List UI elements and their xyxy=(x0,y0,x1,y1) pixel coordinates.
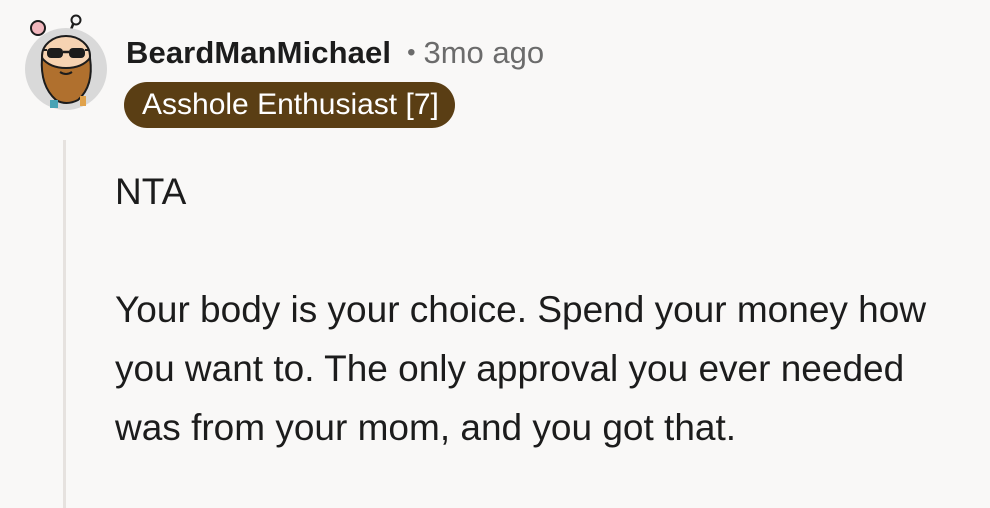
comment: BeardManMichael • 3mo ago Asshole Enthus… xyxy=(0,0,990,508)
comment-header: BeardManMichael • 3mo ago xyxy=(126,30,544,76)
username-link[interactable]: BeardManMichael xyxy=(126,35,391,71)
user-flair-badge: Asshole Enthusiast [7] xyxy=(124,82,455,128)
thread-line[interactable] xyxy=(63,140,66,508)
timestamp[interactable]: 3mo ago xyxy=(423,35,544,71)
comment-body: NTA Your body is your choice. Spend your… xyxy=(115,162,975,457)
comment-paragraph: NTA xyxy=(115,171,187,212)
user-avatar-icon[interactable] xyxy=(20,14,112,112)
meta-separator: • xyxy=(407,39,416,66)
comment-paragraph: Your body is your choice. Spend your mon… xyxy=(115,289,927,448)
